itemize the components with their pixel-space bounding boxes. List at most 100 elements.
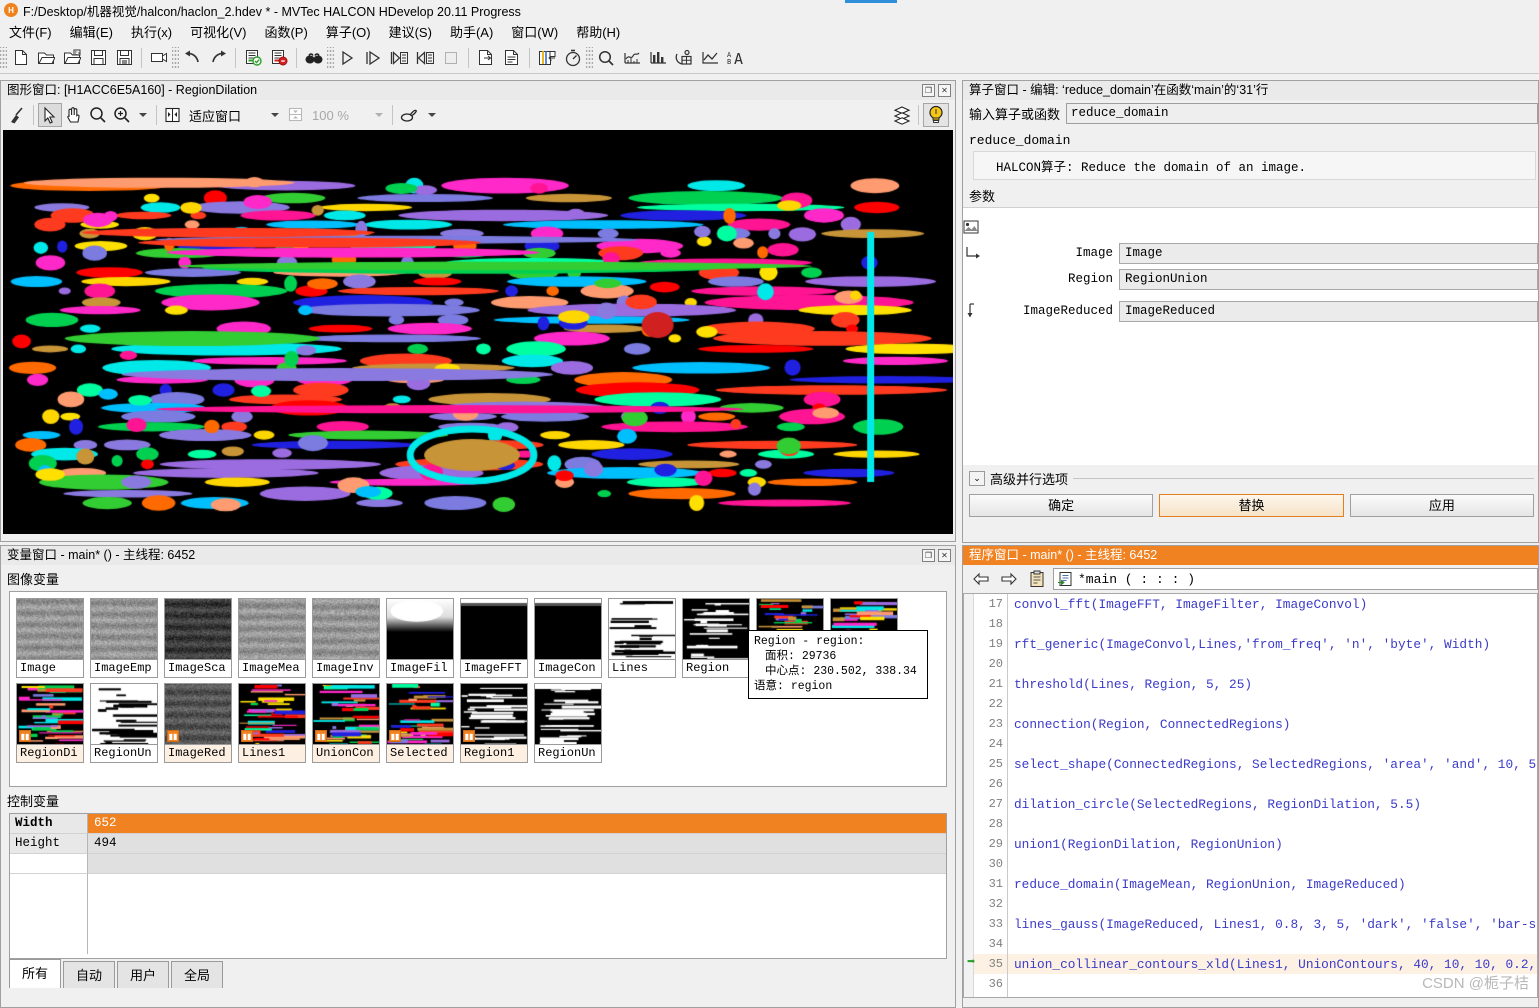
open-example-icon[interactable]: Ex xyxy=(59,45,85,71)
zoom-level-icon[interactable] xyxy=(284,103,308,127)
draw-shape-caret-icon[interactable] xyxy=(427,113,436,117)
list-item[interactable]: Image xyxy=(16,598,84,678)
control-variables-table[interactable]: Width 652 Height 494 xyxy=(9,813,947,959)
toolbar-grip[interactable] xyxy=(0,46,7,69)
code-line[interactable]: 24 xyxy=(974,734,1537,754)
toolbar-grip-3[interactable] xyxy=(327,46,334,69)
toolbar-grip-2[interactable] xyxy=(172,46,179,69)
graphics-restore-button[interactable]: ❐ xyxy=(922,84,935,97)
save-all-icon[interactable] xyxy=(111,45,137,71)
menu-assistants[interactable]: 助手(A) xyxy=(441,20,502,43)
apply-button[interactable]: 应用 xyxy=(1349,494,1534,517)
zoom-level-caret-icon[interactable] xyxy=(374,113,383,117)
list-item[interactable]: ImageFil xyxy=(386,598,454,678)
magnifier-icon[interactable] xyxy=(86,103,110,127)
menu-help[interactable]: 帮助(H) xyxy=(567,20,629,43)
list-item[interactable]: ▮▮ RegionDi xyxy=(16,683,84,763)
draw-shape-icon[interactable] xyxy=(397,103,423,127)
list-item[interactable]: ImageFFT xyxy=(460,598,528,678)
replace-button[interactable]: 替换 xyxy=(1159,494,1344,517)
redo-icon[interactable] xyxy=(205,45,231,71)
save-icon[interactable] xyxy=(85,45,111,71)
menu-operators[interactable]: 算子(O) xyxy=(317,20,380,43)
graphics-canvas-container[interactable] xyxy=(3,130,953,534)
code-line[interactable]: 34 xyxy=(974,934,1537,954)
profile-icon[interactable] xyxy=(697,45,723,71)
list-item[interactable]: ▮▮ Selected xyxy=(386,683,454,763)
code-line[interactable]: 21 threshold(Lines, Region, 5, 25) xyxy=(974,674,1537,694)
procedure-selector[interactable]: *main ( : : : ) xyxy=(1053,568,1538,590)
table-row[interactable]: Height 494 xyxy=(10,834,946,854)
measure-icon[interactable] xyxy=(671,45,697,71)
list-item[interactable]: ImageMea xyxy=(238,598,306,678)
new-file-icon[interactable] xyxy=(7,45,33,71)
open-file-icon[interactable] xyxy=(33,45,59,71)
arrow-select-icon[interactable] xyxy=(38,103,62,127)
code-line[interactable]: 27 dilation_circle(SelectedRegions, Regio… xyxy=(974,794,1537,814)
export-icon[interactable] xyxy=(473,45,499,71)
code-line[interactable]: 23 connection(Region, ConnectedRegions) xyxy=(974,714,1537,734)
menu-edit[interactable]: 编辑(E) xyxy=(61,20,122,43)
toolbar-grip-4[interactable] xyxy=(586,46,593,69)
arrow-forward-icon[interactable] xyxy=(997,567,1021,591)
list-item[interactable]: ▮▮ Region1 xyxy=(460,683,528,763)
code-line[interactable]: 25 select_shape(ConnectedRegions, Selecte… xyxy=(974,754,1537,774)
operator-input-field[interactable]: reduce_domain xyxy=(1066,103,1538,124)
list-item[interactable]: RegionUn xyxy=(534,683,602,763)
magnifier-plus-icon[interactable] xyxy=(110,103,134,127)
code-line[interactable]: 17 convol_fft(ImageFFT, ImageFilter, Imag… xyxy=(974,594,1537,614)
list-item[interactable]: ▮▮ Lines1 xyxy=(238,683,306,763)
list-item[interactable]: ImageSca xyxy=(164,598,232,678)
list-item[interactable]: ImageCon xyxy=(534,598,602,678)
param-input-imagereduced[interactable]: ImageReduced xyxy=(1119,300,1538,322)
menu-execute[interactable]: 执行(x) xyxy=(122,20,181,43)
menu-visualization[interactable]: 可视化(V) xyxy=(181,20,255,43)
menu-file[interactable]: 文件(F) xyxy=(0,20,61,43)
code-editor[interactable]: 17 convol_fft(ImageFFT, ImageFilter, Imag… xyxy=(963,593,1538,998)
timer-icon[interactable] xyxy=(560,45,586,71)
tab-user[interactable]: 用户 xyxy=(117,961,170,988)
menu-suggestions[interactable]: 建议(S) xyxy=(380,20,441,43)
code-line[interactable]: 35 union_collinear_contours_xld(Lines1, U… xyxy=(974,954,1537,974)
code-line[interactable]: 28 xyxy=(974,814,1537,834)
clipboard-icon[interactable] xyxy=(1025,567,1049,591)
tab-auto[interactable]: 自动 xyxy=(63,961,116,988)
step-over-icon[interactable] xyxy=(360,45,386,71)
tab-all[interactable]: 所有 xyxy=(9,959,62,988)
list-item[interactable]: ImageEmp xyxy=(90,598,158,678)
stop-icon[interactable] xyxy=(438,45,464,71)
zoom-level-value[interactable]: 100 % xyxy=(308,108,353,123)
code-line[interactable]: 20 xyxy=(974,654,1537,674)
code-line[interactable]: 22 xyxy=(974,694,1537,714)
arrow-back-icon[interactable] xyxy=(969,567,993,591)
fit-window-icon[interactable] xyxy=(161,103,185,127)
broom-icon[interactable] xyxy=(5,103,29,127)
ok-button[interactable]: 确定 xyxy=(969,494,1154,517)
tab-global[interactable]: 全局 xyxy=(171,961,224,988)
menu-procedures[interactable]: 函数(P) xyxy=(255,20,316,43)
list-item[interactable]: ImageInv xyxy=(312,598,380,678)
chevron-down-icon[interactable]: ⌄ xyxy=(969,471,985,486)
variable-restore-button[interactable]: ❐ xyxy=(922,549,935,562)
step-into-icon[interactable] xyxy=(386,45,412,71)
code-line[interactable]: 31 reduce_domain(ImageMean, RegionUnion, … xyxy=(974,874,1537,894)
list-item[interactable]: Region xyxy=(682,598,750,678)
code-line[interactable]: 19 rft_generic(ImageConvol,Lines,'from_fr… xyxy=(974,634,1537,654)
graphics-close-button[interactable]: ✕ xyxy=(938,84,951,97)
layers-icon[interactable] xyxy=(890,103,914,127)
code-line[interactable]: 26 xyxy=(974,774,1537,794)
menu-window[interactable]: 窗口(W) xyxy=(502,20,567,43)
insert-code-icon[interactable] xyxy=(534,45,560,71)
list-item[interactable]: RegionUn xyxy=(90,683,158,763)
variable-close-button[interactable]: ✕ xyxy=(938,549,951,562)
code-line[interactable]: 30 xyxy=(974,854,1537,874)
undo-icon[interactable] xyxy=(179,45,205,71)
histogram-icon[interactable] xyxy=(645,45,671,71)
list-item[interactable]: Lines xyxy=(608,598,676,678)
region-visualization-canvas[interactable] xyxy=(3,130,953,534)
deactivate-line-icon[interactable] xyxy=(266,45,292,71)
code-line[interactable]: 37select_shape_xld(UnionContours, Select… xyxy=(974,994,1537,997)
list-item[interactable]: ▮▮ ImageRed xyxy=(164,683,232,763)
step-out-icon[interactable] xyxy=(412,45,438,71)
table-row[interactable]: Width 652 xyxy=(10,814,946,834)
